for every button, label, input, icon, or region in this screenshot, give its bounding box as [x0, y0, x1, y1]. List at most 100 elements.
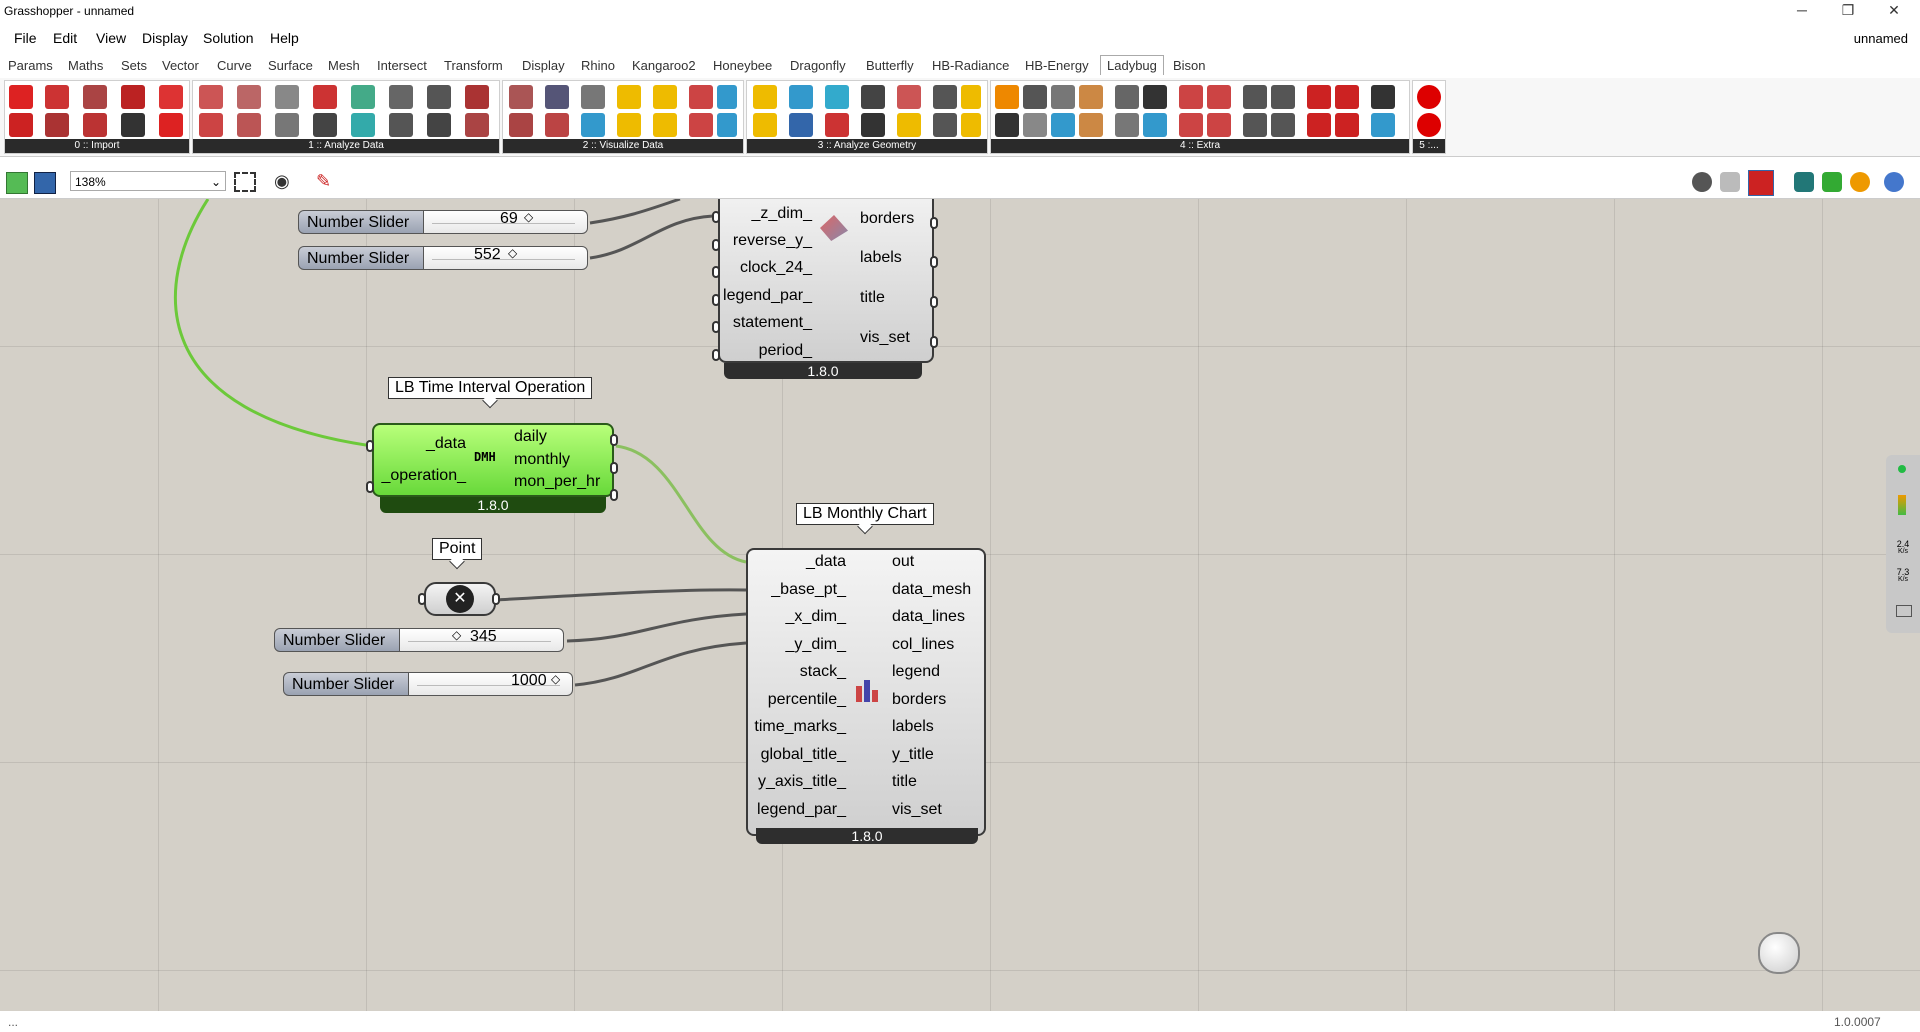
- compare-icon[interactable]: [275, 113, 299, 137]
- wind-rose-icon[interactable]: [689, 85, 713, 109]
- smiley-icon[interactable]: [861, 113, 885, 137]
- hourly-plot-icon[interactable]: [545, 85, 569, 109]
- eye-icon[interactable]: [825, 113, 849, 137]
- tab-maths[interactable]: Maths: [68, 58, 103, 73]
- psychrometric-icon[interactable]: [581, 85, 605, 109]
- epw-icon[interactable]: [45, 85, 69, 109]
- slider-track[interactable]: [409, 672, 573, 696]
- blocks-icon[interactable]: [1243, 113, 1267, 137]
- minimize-icon[interactable]: ─: [1782, 2, 1822, 22]
- record-icon[interactable]: [1143, 113, 1167, 137]
- import-stat-icon[interactable]: [83, 113, 107, 137]
- document-preview-icon[interactable]: [1850, 172, 1870, 192]
- input-port[interactable]: [712, 266, 720, 278]
- mesh-quality-icon[interactable]: [1822, 172, 1842, 192]
- 2d-icon[interactable]: [1115, 113, 1139, 137]
- tab-transform[interactable]: Transform: [444, 58, 503, 73]
- open-file-icon[interactable]: [6, 172, 28, 194]
- sort-icon[interactable]: [237, 113, 261, 137]
- record-red-icon[interactable]: [1417, 85, 1441, 109]
- dmh-icon[interactable]: [313, 113, 337, 137]
- sunray-icon[interactable]: [961, 113, 981, 137]
- tab-params[interactable]: Params: [8, 58, 53, 73]
- capture-icon[interactable]: [1115, 85, 1139, 109]
- apply-icon[interactable]: [389, 85, 413, 109]
- input-port[interactable]: [712, 294, 720, 306]
- walk-icon[interactable]: [427, 113, 451, 137]
- menu-edit[interactable]: Edit: [53, 30, 77, 46]
- wind-icon[interactable]: [717, 113, 737, 137]
- stat-icon[interactable]: [121, 113, 145, 137]
- slider-track[interactable]: [424, 246, 588, 270]
- slider-grip-icon[interactable]: ◇: [452, 628, 461, 642]
- output-port[interactable]: [930, 336, 938, 348]
- dt-icon[interactable]: [1179, 113, 1203, 137]
- cross-icon[interactable]: [825, 85, 849, 109]
- period-icon[interactable]: [465, 113, 489, 137]
- radiation-icon[interactable]: [789, 113, 813, 137]
- output-port[interactable]: [492, 593, 500, 605]
- daylight-icon[interactable]: [961, 85, 981, 109]
- colors-icon[interactable]: [1051, 113, 1075, 137]
- window-icon[interactable]: [933, 85, 957, 109]
- save-icon[interactable]: [34, 172, 56, 194]
- sunlight-hours-icon[interactable]: [753, 85, 777, 109]
- slider-grip-icon[interactable]: ◇: [524, 210, 533, 224]
- folder-icon[interactable]: [1307, 85, 1331, 109]
- menu-help[interactable]: Help: [270, 30, 299, 46]
- save-folder-icon[interactable]: [1335, 113, 1359, 137]
- tab-sets[interactable]: Sets: [121, 58, 147, 73]
- line-chart-icon[interactable]: [545, 113, 569, 137]
- tab-hb-energy[interactable]: HB-Energy: [1025, 58, 1089, 73]
- shade-group-icon[interactable]: [1243, 85, 1267, 109]
- preview-eye-icon[interactable]: ◉: [274, 171, 290, 192]
- shade-icon[interactable]: [897, 85, 921, 109]
- sunpath-icon[interactable]: [617, 85, 641, 109]
- text-icon[interactable]: [1051, 85, 1075, 109]
- sketch-icon[interactable]: ✎: [316, 171, 331, 192]
- house-icon[interactable]: [1307, 113, 1331, 137]
- input-port[interactable]: [712, 321, 720, 333]
- preview-mode-icon[interactable]: [1692, 172, 1712, 192]
- canopy-icon[interactable]: [933, 113, 957, 137]
- wireframe-icon[interactable]: [1720, 172, 1740, 192]
- filter-icon[interactable]: [313, 85, 337, 109]
- tab-intersect[interactable]: Intersect: [377, 58, 427, 73]
- camera-icon[interactable]: [1143, 85, 1167, 109]
- monthly-chart-component[interactable]: _data _base_pt_ _x_dim_ _y_dim_ stack_ p…: [746, 548, 986, 836]
- input-port[interactable]: [418, 593, 426, 605]
- tab-vector[interactable]: Vector: [162, 58, 199, 73]
- menu-display[interactable]: Display: [142, 30, 188, 46]
- view-icon[interactable]: [789, 85, 813, 109]
- ladybug-icon[interactable]: [9, 85, 33, 109]
- output-port[interactable]: [930, 256, 938, 268]
- humidity-icon[interactable]: [351, 85, 375, 109]
- output-port[interactable]: [610, 489, 618, 501]
- slider-grip-icon[interactable]: ◇: [508, 246, 517, 260]
- input-port[interactable]: [712, 349, 720, 361]
- arrows-icon[interactable]: [717, 85, 737, 109]
- close-icon[interactable]: ✕: [1874, 2, 1914, 22]
- tab-bison[interactable]: Bison: [1173, 58, 1206, 73]
- conditional-icon[interactable]: [199, 113, 223, 137]
- zoom-dropdown[interactable]: 138% ⌄: [70, 171, 226, 191]
- person-icon[interactable]: [389, 113, 413, 137]
- camera-icon[interactable]: [1896, 605, 1912, 617]
- tab-display[interactable]: Display: [522, 58, 565, 73]
- number-slider-2[interactable]: Number Slider 552 ◇: [298, 246, 592, 272]
- ddy-icon[interactable]: [121, 85, 145, 109]
- output-port[interactable]: [610, 462, 618, 474]
- sun-icon[interactable]: [617, 113, 641, 137]
- menu-view[interactable]: View: [96, 30, 126, 46]
- input-port[interactable]: [366, 440, 374, 452]
- wea-icon[interactable]: [159, 85, 183, 109]
- open-folder-icon[interactable]: [1335, 85, 1359, 109]
- input-port[interactable]: [712, 239, 720, 251]
- grid-icon[interactable]: [1023, 85, 1047, 109]
- table-icon[interactable]: [1079, 85, 1103, 109]
- download-icon[interactable]: [159, 113, 183, 137]
- tab-mesh[interactable]: Mesh: [328, 58, 360, 73]
- top-chart-component[interactable]: _z_dim_ reverse_y_ clock_24_ legend_par_…: [718, 199, 934, 363]
- compass-icon[interactable]: [689, 113, 713, 137]
- deconstruct-icon[interactable]: [237, 85, 261, 109]
